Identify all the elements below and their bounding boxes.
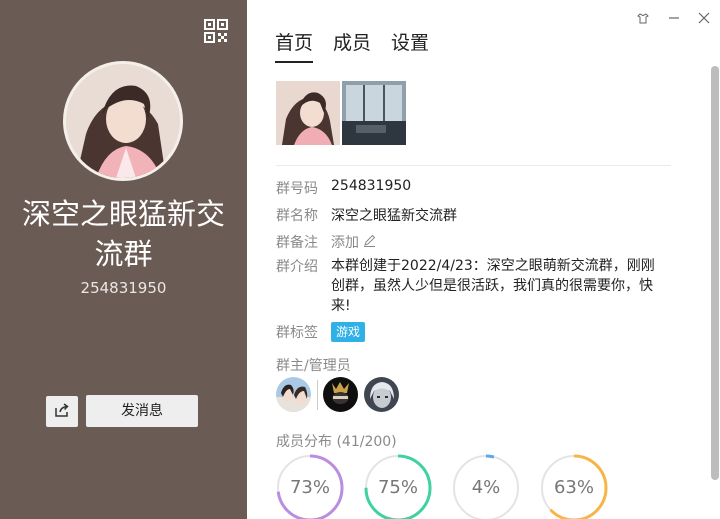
admins-title: 群主/管理员 [276, 358, 351, 374]
add-remark-link[interactable]: 添加 [331, 232, 376, 252]
group-tag-row: 群标签 游戏 [276, 322, 366, 342]
group-number-value: 254831950 [331, 178, 412, 194]
group-intro-label: 群介绍 [276, 259, 318, 275]
share-button[interactable] [46, 396, 78, 427]
group-name-row: 群名称 深空之眼猛新交流群 [276, 205, 457, 225]
add-remark-text: 添加 [331, 235, 359, 251]
group-intro-value: 本群创建于2022/4/23：深空之眼萌新交流群，刚刚创群，虽然人少但是很活跃，… [331, 258, 655, 314]
distribution-ring[interactable]: 73% [276, 454, 344, 519]
group-number-label: 群号码 [276, 181, 318, 197]
group-number-row: 群号码 254831950 [276, 178, 411, 198]
tab-settings[interactable]: 设置 [391, 28, 429, 63]
group-name-value: 深空之眼猛新交流群 [331, 208, 457, 224]
group-remark-label: 群备注 [276, 235, 318, 251]
qr-code-icon[interactable] [204, 19, 228, 43]
edit-icon [363, 234, 376, 251]
group-avatar[interactable] [63, 61, 183, 181]
distribution-title: 成员分布 (41/200) [276, 431, 397, 451]
group-name-label: 群名称 [276, 208, 318, 224]
group-tag-label: 群标签 [276, 325, 318, 341]
group-intro-row: 群介绍 本群创建于2022/4/23：深空之眼萌新交流群，刚刚创群，虽然人少但是… [276, 256, 666, 316]
distribution-percent: 63% [553, 477, 594, 498]
group-album [276, 81, 406, 145]
distribution-percent: 75% [377, 477, 418, 498]
tab-bar: 首页 成员 设置 [275, 28, 429, 63]
distribution-rings: 73% 75% 4% 63% [276, 454, 608, 519]
admins-divider [317, 379, 318, 410]
group-remark-row: 群备注 添加 [276, 232, 376, 252]
distribution-percent: 73% [289, 477, 330, 498]
distribution-percent: 4% [471, 477, 501, 498]
tab-home[interactable]: 首页 [275, 28, 314, 63]
group-tag-badge[interactable]: 游戏 [331, 322, 366, 342]
owner-avatar[interactable] [276, 377, 311, 412]
scrollbar-thumb[interactable] [711, 66, 719, 480]
album-photo[interactable] [342, 81, 406, 145]
send-message-button[interactable]: 发消息 [86, 395, 198, 427]
distribution-count: (41/200) [336, 434, 397, 450]
distribution-ring[interactable]: 63% [540, 454, 608, 519]
share-icon [54, 402, 70, 422]
distribution-ring[interactable]: 4% [452, 454, 520, 519]
admin-avatar[interactable] [323, 377, 358, 412]
group-id-text: 254831950 [80, 279, 167, 297]
minimize-icon[interactable] [664, 8, 684, 28]
group-profile-panel: 深空之眼猛新交流群 254831950 发消息 [0, 0, 247, 519]
album-photo[interactable] [276, 81, 340, 145]
group-name-title: 深空之眼猛新交流群 [21, 197, 225, 271]
admin-avatar[interactable] [364, 377, 399, 412]
group-avatar-image [66, 64, 180, 178]
close-icon[interactable] [694, 8, 714, 28]
admins-list [276, 377, 399, 412]
distribution-title-text: 成员分布 [276, 434, 332, 450]
tab-members[interactable]: 成员 [333, 28, 371, 63]
distribution-ring[interactable]: 75% [364, 454, 432, 519]
skin-icon[interactable] [633, 8, 653, 28]
divider [276, 165, 671, 166]
